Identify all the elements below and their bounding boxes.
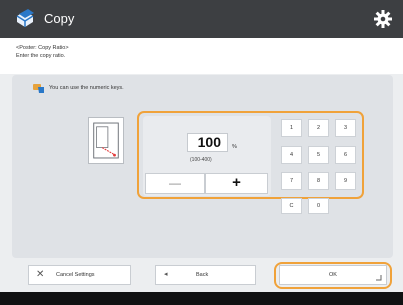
cancel-settings-button[interactable]: ✕ Cancel Settings (28, 265, 131, 285)
corner-mark-icon (376, 275, 382, 281)
ok-label: OK (329, 272, 337, 278)
key-0[interactable]: 0 (308, 198, 329, 214)
key-8[interactable]: 8 (308, 172, 329, 190)
increase-button[interactable]: + (205, 173, 268, 194)
key-clear[interactable]: C (281, 198, 302, 214)
key-4[interactable]: 4 (281, 146, 302, 164)
key-9[interactable]: 9 (335, 172, 356, 190)
ratio-unit: % (232, 144, 237, 150)
key-7[interactable]: 7 (281, 172, 302, 190)
ratio-range: (100-400) (190, 157, 212, 163)
copy-ratio-screen: Copy <Poster: Copy Ratio> Enter the copy… (0, 0, 403, 305)
status-bar (0, 292, 403, 305)
key-6[interactable]: 6 (335, 146, 356, 164)
copy-app-icon (16, 9, 34, 27)
ratio-value-field[interactable]: 100 (187, 133, 228, 152)
back-arrow-icon: ◂ (164, 271, 168, 278)
decrease-button[interactable]: — (145, 173, 205, 194)
page-title: Copy (44, 11, 75, 26)
close-icon: ✕ (36, 269, 45, 280)
key-3[interactable]: 3 (335, 119, 356, 137)
back-button[interactable]: ◂ Back (155, 265, 256, 285)
instruction-text: Enter the copy ratio. (16, 53, 66, 59)
gear-icon[interactable] (373, 9, 393, 29)
key-5[interactable]: 5 (308, 146, 329, 164)
ok-button[interactable]: OK (279, 265, 387, 285)
title-bar: Copy (0, 0, 403, 38)
numeric-keys-hint: You can use the numeric keys. (49, 85, 124, 91)
key-2[interactable]: 2 (308, 119, 329, 137)
cancel-settings-label: Cancel Settings (56, 272, 95, 278)
hand-pointer-icon (33, 84, 44, 93)
back-label: Back (196, 272, 209, 278)
poster-layout-diagram (88, 117, 124, 164)
instruction-title: <Poster: Copy Ratio> (16, 45, 69, 51)
key-1[interactable]: 1 (281, 119, 302, 137)
